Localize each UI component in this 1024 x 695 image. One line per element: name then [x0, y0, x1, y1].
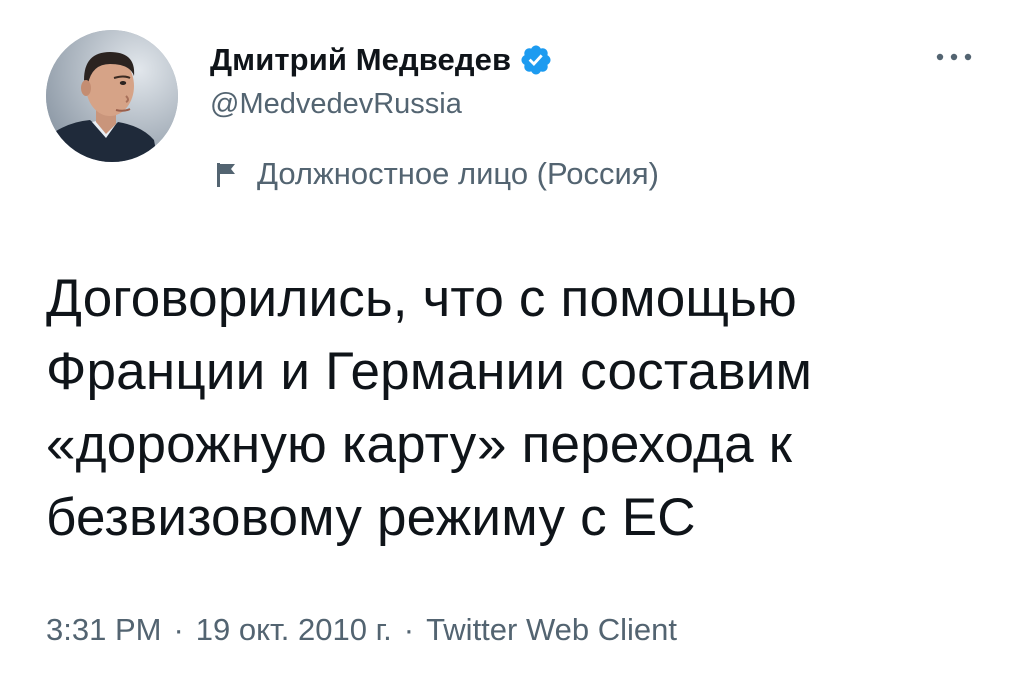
author-name[interactable]: Дмитрий Медведев: [210, 42, 511, 78]
tweet-time[interactable]: 3:31 PM: [46, 612, 161, 648]
author-handle[interactable]: @MedvedevRussia: [210, 88, 462, 121]
more-options-button[interactable]: [930, 42, 978, 72]
tweet-text: Договорились, что с помощью Франции и Ге…: [46, 262, 1006, 554]
verified-badge-icon: [519, 43, 553, 77]
author-name-row: Дмитрий Медведев: [210, 38, 553, 82]
tweet-date[interactable]: 19 окт. 2010 г.: [196, 612, 392, 648]
flag-icon: [215, 160, 239, 188]
tweet-text-line: Франции и Германии составим: [46, 342, 813, 401]
account-label-text: Должностное лицо (Россия): [257, 156, 659, 191]
meta-separator: ·: [173, 612, 184, 647]
tweet-card: Дмитрий Медведев @MedvedevRussia Должнос…: [0, 0, 1024, 695]
avatar[interactable]: [46, 30, 178, 162]
tweet-text-line: Договорились, что с помощью: [46, 269, 797, 328]
avatar-photo: [46, 30, 178, 162]
tweet-source[interactable]: Twitter Web Client: [426, 612, 677, 648]
account-label[interactable]: Должностное лицо (Россия): [215, 152, 659, 196]
meta-separator: ·: [403, 612, 415, 647]
more-horizontal-icon: [936, 53, 972, 61]
tweet-text-line: безвизовому режиму с ЕС: [46, 488, 696, 547]
tweet-meta: 3:31 PM · 19 окт. 2010 г. · Twitter Web …: [46, 606, 677, 654]
tweet-text-line: «дорожную карту» перехода к: [46, 415, 793, 474]
